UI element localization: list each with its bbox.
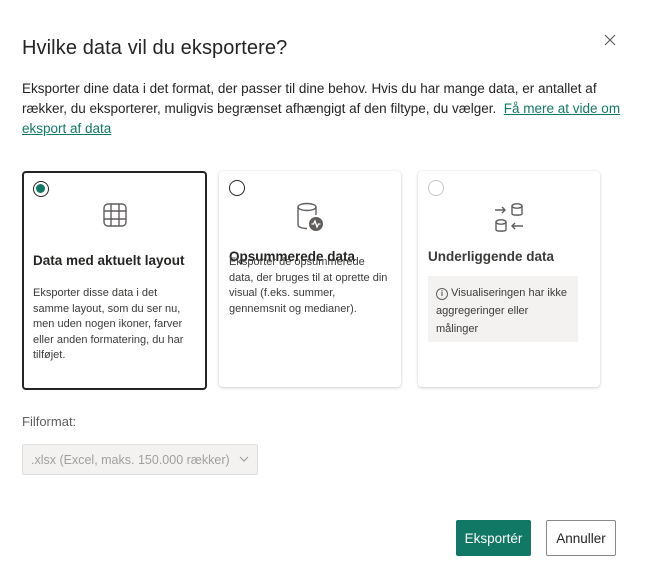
info-icon: i <box>436 288 448 300</box>
radio-underlying <box>428 180 444 196</box>
file-format-value: .xlsx (Excel, maks. 150.000 rækker) <box>31 452 230 467</box>
option-description: Eksporter disse data i det samme layout,… <box>33 287 184 361</box>
database-pulse-icon <box>297 202 323 231</box>
radio-current-layout[interactable] <box>33 181 49 197</box>
table-grid-icon <box>102 203 127 227</box>
radio-summarized[interactable] <box>229 180 245 196</box>
dialog-description: Eksporter dine data i det format, der pa… <box>22 79 622 139</box>
card-icon-wrap <box>24 202 205 234</box>
database-exchange-icon <box>495 203 523 232</box>
option-title: Underliggende data <box>428 249 555 264</box>
chevron-down-icon <box>239 456 249 462</box>
info-box: i Visualiseringen har ikke aggregeringer … <box>428 276 578 342</box>
card-icon-wrap <box>418 201 600 233</box>
cancel-button[interactable]: Annuller <box>546 520 616 556</box>
info-text: Visualiseringen har ikke aggregeringer e… <box>436 287 567 335</box>
option-title: Data med aktuelt layout <box>33 253 185 268</box>
dialog-title: Hvilke data vil du eksportere? <box>22 37 288 59</box>
export-dialog: Hvilke data vil du eksportere? Eksporter… <box>0 0 649 575</box>
option-card-current-layout[interactable]: Data med aktuelt layout Eksporter disse … <box>22 171 207 390</box>
close-button[interactable] <box>600 30 620 50</box>
file-format-label: Filformat: <box>22 414 77 429</box>
close-icon <box>604 34 616 46</box>
card-icon-wrap <box>219 201 401 233</box>
option-card-summarized[interactable]: Opsummerede data Eksporter de opsummered… <box>219 171 401 387</box>
option-card-underlying: Underliggende data i Visualiseringen har … <box>418 171 600 387</box>
file-format-select[interactable]: .xlsx (Excel, maks. 150.000 rækker) <box>22 444 258 475</box>
option-description: Eksporter de opsummerede data, der bruge… <box>229 256 388 315</box>
export-button[interactable]: Eksportér <box>456 520 531 556</box>
